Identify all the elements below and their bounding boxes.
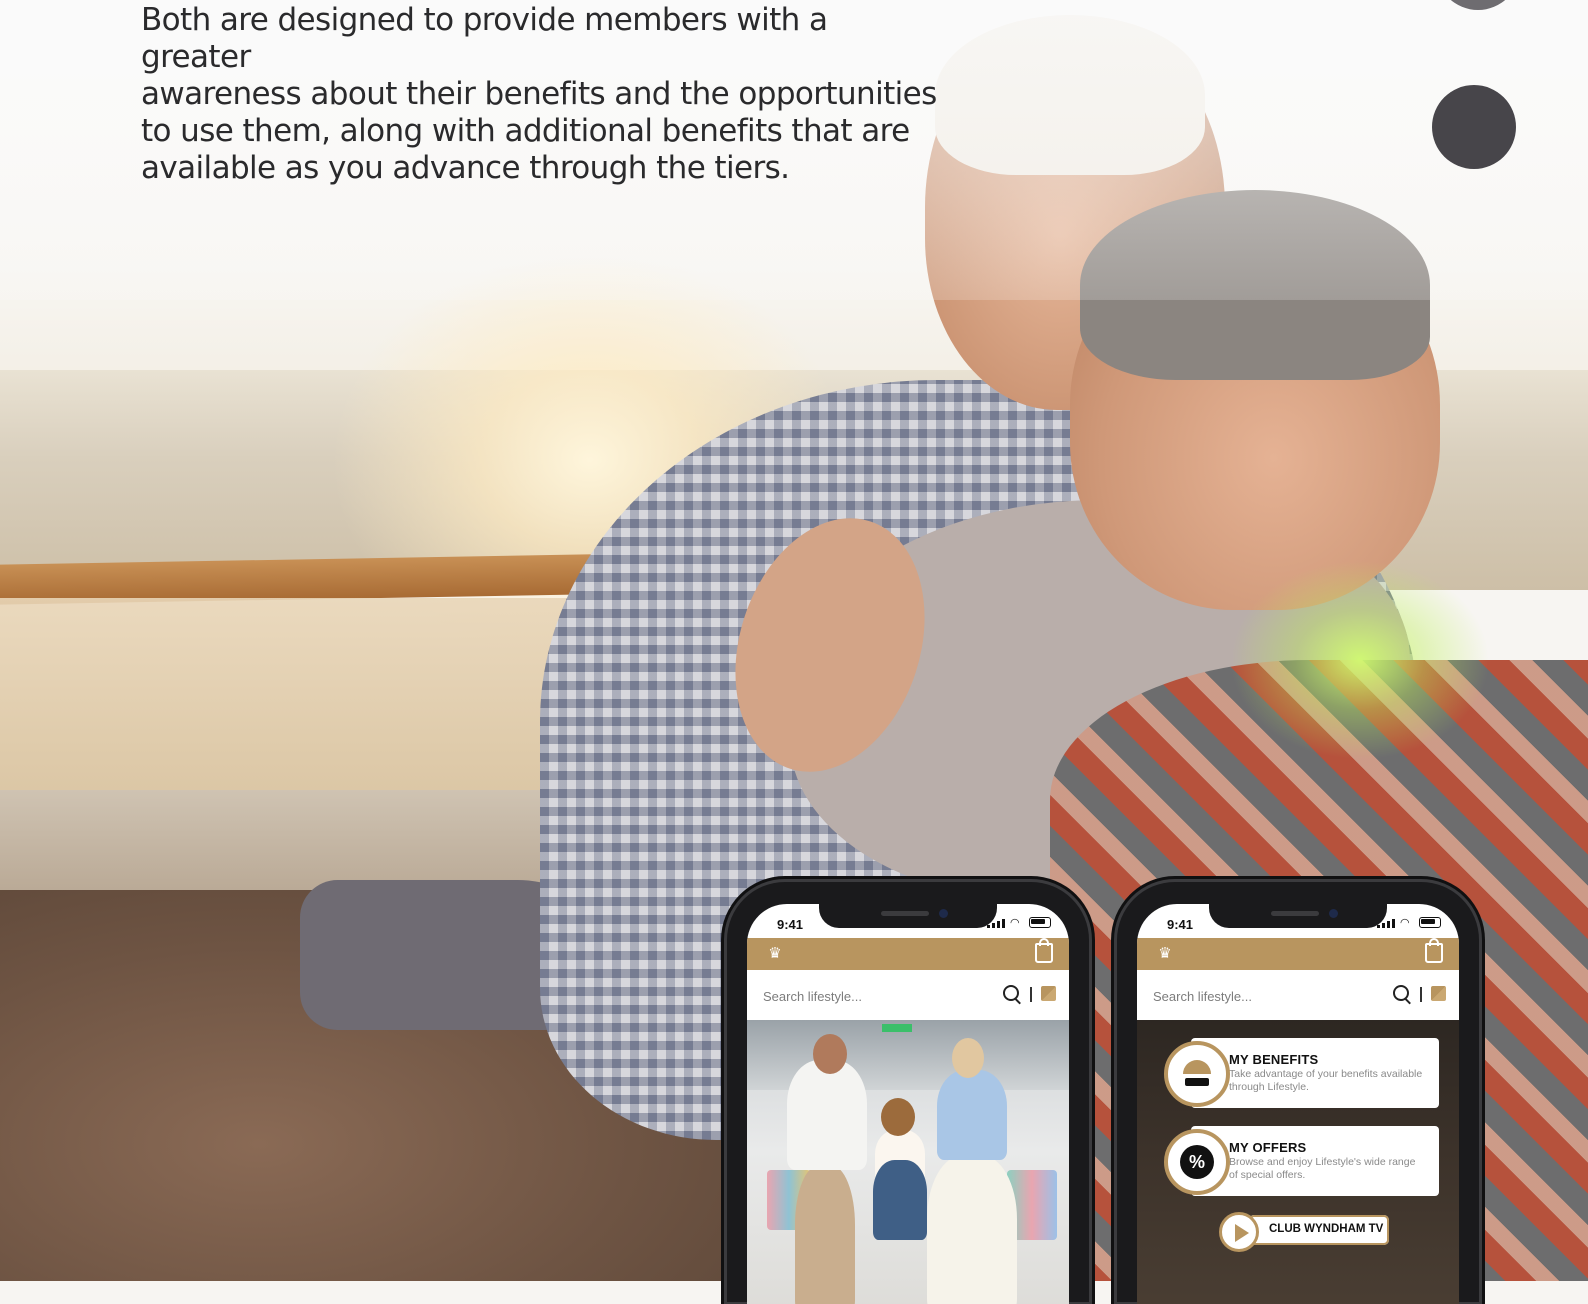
phone-mockup-left: 9:41 ◠ ♛ <box>727 882 1089 1304</box>
search-bar <box>1137 970 1459 1020</box>
status-icons: ◠ <box>987 917 1051 928</box>
search-icon[interactable] <box>1393 985 1409 1001</box>
search-icon[interactable] <box>1003 985 1019 1001</box>
intro-line: to use them, along with additional benef… <box>141 113 910 149</box>
intro-copy: Both are designed to provide members wit… <box>141 2 941 187</box>
club-wyndham-tv-button[interactable]: CLUB WYNDHAM TV <box>1249 1215 1389 1245</box>
battery-icon <box>1419 917 1441 928</box>
shopping-bag-icon[interactable] <box>1425 938 1443 963</box>
club-logo-icon[interactable]: ♛ <box>763 942 787 964</box>
phone-mockup-right: 9:41 ◠ ♛ MY BENEFITS Take advantage of y… <box>1117 882 1479 1304</box>
status-time: 9:41 <box>1167 917 1194 932</box>
divider <box>1420 987 1422 1002</box>
club-logo-icon[interactable]: ♛ <box>1153 942 1177 964</box>
pager-dot-active[interactable] <box>1432 85 1516 169</box>
tv-label: CLUB WYNDHAM TV <box>1269 1223 1384 1235</box>
play-icon[interactable] <box>1219 1212 1259 1252</box>
lens-flare <box>1230 560 1490 760</box>
search-input[interactable] <box>761 984 985 1008</box>
intro-paragraph: Both are designed to provide members wit… <box>141 2 941 187</box>
phone-screen: 9:41 ◠ ♛ <box>747 904 1069 1304</box>
card-title: MY OFFERS <box>1229 1140 1307 1155</box>
map-pin-icon[interactable] <box>1041 986 1056 1001</box>
map-pin-icon[interactable] <box>1431 986 1446 1001</box>
search-input[interactable] <box>1151 984 1375 1008</box>
shopping-bag-icon[interactable] <box>1035 938 1053 963</box>
phone-notch <box>1209 904 1387 928</box>
phone-screen: 9:41 ◠ ♛ MY BENEFITS Take advantage of y… <box>1137 904 1459 1304</box>
card-description: Browse and enjoy Lifestyle's wide range … <box>1229 1156 1416 1181</box>
status-icons: ◠ <box>1377 917 1441 928</box>
wifi-icon: ◠ <box>1400 916 1410 929</box>
percent-badge-icon[interactable]: % <box>1164 1129 1230 1195</box>
card-title: MY BENEFITS <box>1229 1052 1319 1067</box>
wifi-icon: ◠ <box>1010 916 1020 929</box>
card-description: Take advantage of your benefits availabl… <box>1229 1068 1423 1093</box>
intro-line: awareness about their benefits and the o… <box>141 76 937 112</box>
app-header: ♛ <box>747 938 1069 970</box>
app-header: ♛ <box>1137 938 1459 970</box>
family-shopping-photo[interactable] <box>747 1020 1069 1304</box>
beach-umbrella-icon[interactable] <box>1164 1041 1230 1107</box>
divider <box>1030 987 1032 1002</box>
search-bar <box>747 970 1069 1020</box>
intro-line: available as you advance through the tie… <box>141 150 790 186</box>
phone-notch <box>819 904 997 928</box>
battery-icon <box>1029 917 1051 928</box>
status-time: 9:41 <box>777 917 804 932</box>
intro-line: Both are designed to provide members wit… <box>141 2 828 75</box>
